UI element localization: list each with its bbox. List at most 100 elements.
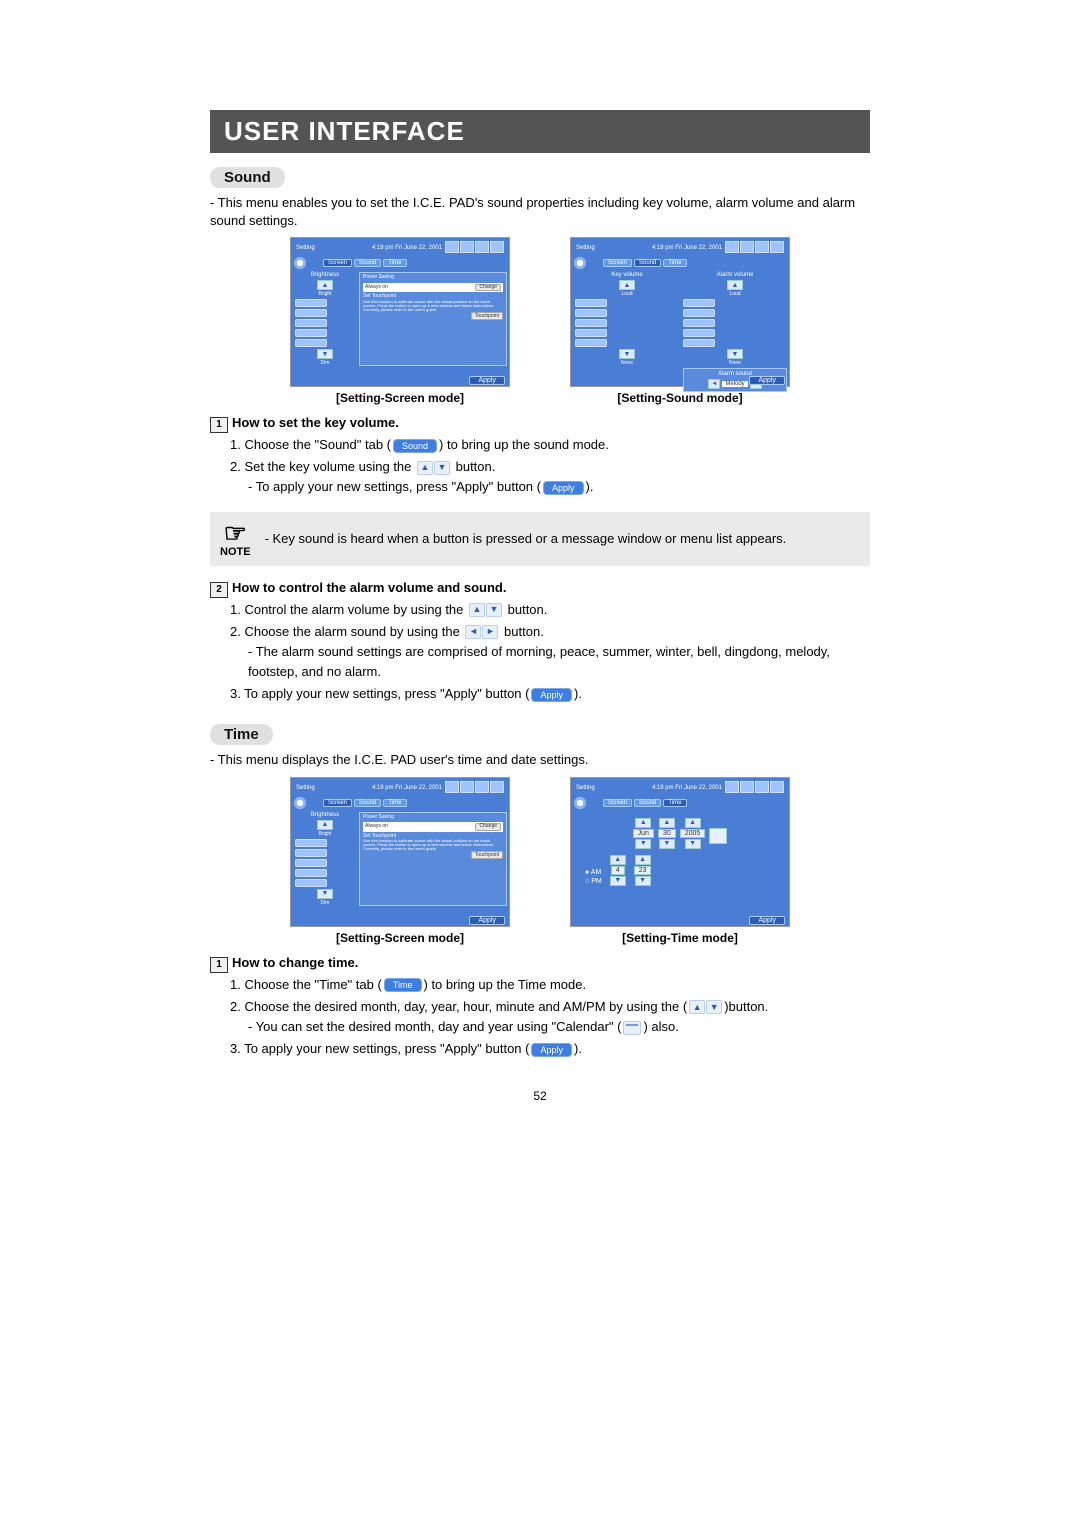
screenshot-setting-screen-2: Setting 4:19 pm Fri June 22, 2001 Screen… — [290, 777, 510, 945]
ampm-radio[interactable]: AM PM — [585, 869, 602, 886]
apply-button[interactable]: Apply — [749, 916, 785, 925]
note-label-text: NOTE — [220, 546, 251, 558]
touchpoint-button[interactable]: Touchpoint — [471, 312, 503, 320]
tab-screen[interactable]: Screen — [603, 259, 632, 267]
keyvol-slider[interactable] — [575, 299, 679, 347]
year-up[interactable]: ▲ — [685, 818, 701, 828]
tabs: Screen Sound Time — [323, 259, 407, 267]
brightness-down[interactable]: ▼ — [317, 349, 333, 359]
gear-icon — [573, 796, 587, 810]
gear-icon — [293, 796, 307, 810]
tab-screen[interactable]: Screen — [323, 799, 352, 807]
month-down[interactable]: ▼ — [635, 839, 651, 849]
tab-time[interactable]: Time — [663, 259, 686, 267]
keyvol-down[interactable]: ▼ — [619, 349, 635, 359]
screenshot-setting-sound: Setting 4:19 pm Fri June 22, 2001 Screen… — [570, 237, 790, 405]
day-up[interactable]: ▲ — [659, 818, 675, 828]
alarm-sound-value: Melody — [722, 381, 747, 387]
page-number: 52 — [210, 1089, 870, 1103]
tab-time[interactable]: Time — [383, 259, 406, 267]
time-tab-pill: Time — [384, 978, 422, 992]
brightness-label: Brightness — [295, 272, 355, 278]
sound-intro: - This menu enables you to set the I.C.E… — [210, 194, 870, 229]
tab-time[interactable]: Time — [383, 799, 406, 807]
document-page: USER INTERFACE Sound - This menu enables… — [150, 0, 930, 1143]
hour-down[interactable]: ▼ — [610, 876, 626, 886]
step-number-icon: 1 — [210, 417, 228, 433]
note-callout: ☞ NOTE - Key sound is heard when a butto… — [210, 512, 870, 566]
dev-clock: 4:19 pm Fri June 22, 2001 — [372, 245, 442, 251]
sound-screenshots-row: Setting 4:19 pm Fri June 22, 2001 Screen… — [210, 237, 870, 405]
calendar-icon — [623, 1021, 641, 1035]
year-val: 2005 — [680, 829, 706, 838]
tab-screen[interactable]: Screen — [323, 259, 352, 267]
min-val: 23 — [634, 866, 652, 875]
sound-tab-pill: Sound — [393, 439, 437, 453]
tab-sound[interactable]: Sound — [354, 259, 381, 267]
alarmvol-up[interactable]: ▲ — [727, 280, 743, 290]
note-icon: ☞ — [220, 520, 251, 546]
how-control-alarm-steps: 1. Control the alarm volume by using the… — [210, 600, 870, 705]
tab-sound[interactable]: Sound — [634, 799, 661, 807]
note-text: - Key sound is heard when a button is pr… — [265, 531, 787, 546]
dev-title: Setting — [576, 245, 595, 251]
apply-pill: Apply — [531, 1043, 572, 1057]
how-control-alarm-heading: 2How to control the alarm volume and sou… — [210, 580, 870, 598]
time-heading: Time — [210, 724, 273, 745]
dev-title: Setting — [296, 245, 315, 251]
year-down[interactable]: ▼ — [685, 839, 701, 849]
min-up[interactable]: ▲ — [635, 855, 651, 865]
time-screenshots-row: Setting 4:19 pm Fri June 22, 2001 Screen… — [210, 777, 870, 945]
how-set-key-volume-steps: 1. Choose the "Sound" tab (Sound) to bri… — [210, 435, 870, 497]
alarmvol-down[interactable]: ▼ — [727, 349, 743, 359]
dim-label: Dim — [321, 360, 330, 366]
device-setting-screen: Setting 4:19 pm Fri June 22, 2001 Screen… — [290, 777, 510, 927]
sound-heading: Sound — [210, 167, 285, 188]
apply-pill: Apply — [543, 481, 584, 495]
alarmvol-slider[interactable] — [683, 299, 787, 347]
caption-setting-sound: [Setting-Sound mode] — [617, 391, 742, 405]
device-setting-time: Setting 4:19 pm Fri June 22, 2001 Screen… — [570, 777, 790, 927]
gear-icon — [573, 256, 587, 270]
tab-sound[interactable]: Sound — [354, 799, 381, 807]
left-right-icon: ◄► — [465, 625, 498, 639]
caption-setting-time: [Setting-Time mode] — [622, 931, 738, 945]
tab-sound[interactable]: Sound — [634, 259, 661, 267]
day-val: 30 — [658, 829, 676, 838]
how-set-key-volume-heading: 1How to set the key volume. — [210, 415, 870, 433]
month-val: Jun — [633, 829, 654, 838]
hour-val: 4 — [611, 866, 625, 875]
brightness-slider[interactable] — [295, 299, 355, 347]
device-setting-sound: Setting 4:19 pm Fri June 22, 2001 Screen… — [570, 237, 790, 387]
up-down-icon: ▲▼ — [417, 461, 450, 475]
status-icons — [444, 241, 504, 255]
calendar-button[interactable] — [709, 828, 727, 844]
day-down[interactable]: ▼ — [659, 839, 675, 849]
bright-label: Bright — [318, 291, 331, 297]
apply-pill: Apply — [531, 688, 572, 702]
tab-screen[interactable]: Screen — [603, 799, 632, 807]
dev-clock: 4:19 pm Fri June 22, 2001 — [652, 245, 722, 251]
alarm-prev[interactable]: ◄ — [708, 379, 720, 389]
time-intro: - This menu displays the I.C.E. PAD user… — [210, 751, 870, 769]
touchpoint-desc: Use this function to calibrate cursor wi… — [363, 300, 503, 312]
apply-button[interactable]: Apply — [749, 376, 785, 385]
gear-icon — [293, 256, 307, 270]
how-change-time-heading: 1How to change time. — [210, 955, 870, 973]
apply-button[interactable]: Apply — [469, 376, 505, 385]
key-volume-label: Key volume — [575, 272, 679, 278]
up-down-icon: ▲▼ — [689, 1000, 722, 1014]
power-saving-panel: Power Saving Always on Change Set Touchp… — [359, 272, 507, 366]
alarm-volume-label: Alarm volume — [683, 272, 787, 278]
step-number-icon: 2 — [210, 582, 228, 598]
power-saving-label: Power Saving — [363, 275, 503, 281]
keyvol-up[interactable]: ▲ — [619, 280, 635, 290]
hour-up[interactable]: ▲ — [610, 855, 626, 865]
month-up[interactable]: ▲ — [635, 818, 651, 828]
device-setting-screen: Setting 4:19 pm Fri June 22, 2001 Screen… — [290, 237, 510, 387]
min-down[interactable]: ▼ — [635, 876, 651, 886]
brightness-up[interactable]: ▲ — [317, 280, 333, 290]
tab-time[interactable]: Time — [663, 799, 686, 807]
caption-setting-screen: [Setting-Screen mode] — [336, 391, 464, 405]
change-button[interactable]: Change — [475, 284, 501, 292]
